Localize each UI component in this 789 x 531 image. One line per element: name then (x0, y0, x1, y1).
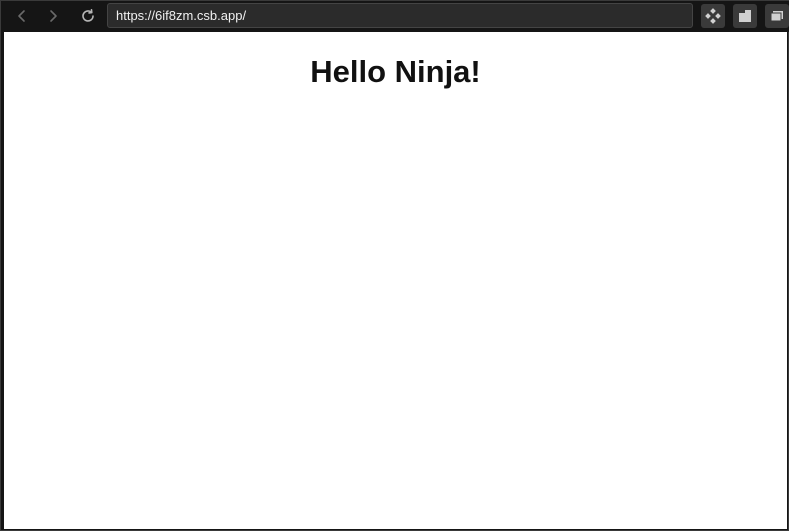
reload-icon (82, 8, 94, 22)
windows-icon (770, 11, 783, 22)
reload-button[interactable] (77, 5, 99, 27)
browser-toolbar: https://6if8zm.csb.app/ (1, 1, 789, 32)
devtools-icon (705, 8, 721, 24)
browser-window: https://6if8zm.csb.app/ Hello Ninja! (0, 0, 789, 531)
url-input[interactable]: https://6if8zm.csb.app/ (107, 3, 693, 28)
split-view-icon (739, 10, 751, 22)
page-heading: Hello Ninja! (310, 54, 481, 89)
forward-button[interactable] (42, 5, 64, 27)
page-viewport: Hello Ninja! (4, 32, 787, 529)
chevron-right-icon (50, 10, 57, 22)
chevron-left-icon (18, 10, 25, 22)
windows-button[interactable] (765, 4, 789, 28)
split-view-button[interactable] (733, 4, 757, 28)
url-text: https://6if8zm.csb.app/ (116, 8, 247, 23)
devtools-button[interactable] (701, 4, 725, 28)
back-button[interactable] (11, 5, 33, 27)
